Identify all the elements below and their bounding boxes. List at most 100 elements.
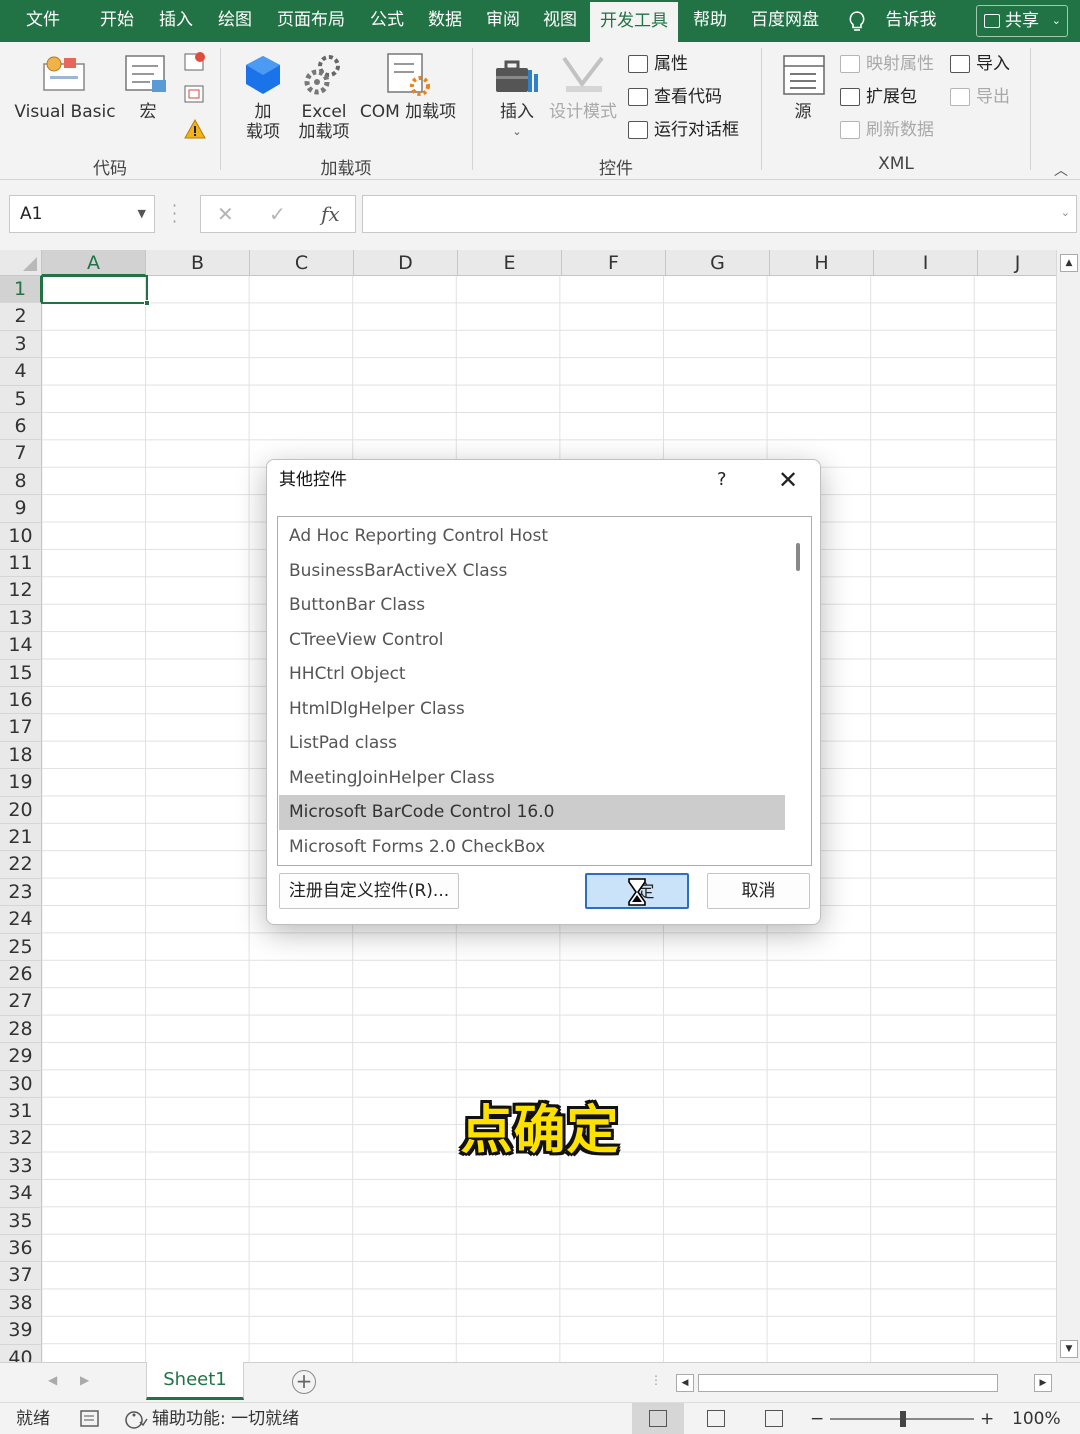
- row-header-21[interactable]: 21: [0, 824, 42, 852]
- row-header-16[interactable]: 16: [0, 687, 42, 715]
- design-mode-button[interactable]: 设计模式: [544, 102, 622, 122]
- insert-function-button[interactable]: fx: [321, 196, 340, 232]
- addins-button[interactable]: 加 载项: [238, 102, 288, 142]
- column-header-g[interactable]: G: [666, 250, 770, 276]
- row-header-3[interactable]: 3: [0, 330, 42, 359]
- expand-formula-bar-icon[interactable]: ⌄: [1061, 206, 1070, 219]
- row-header-23[interactable]: 23: [0, 878, 42, 907]
- list-scrollbar[interactable]: [787, 517, 811, 865]
- tab-developer[interactable]: 开发工具: [590, 0, 678, 42]
- cancel-button[interactable]: 取消: [707, 873, 810, 909]
- column-header-e[interactable]: E: [458, 250, 562, 276]
- formula-input[interactable]: ⌄: [362, 195, 1077, 233]
- row-header-35[interactable]: 35: [0, 1207, 42, 1235]
- row-header-11[interactable]: 11: [0, 550, 42, 578]
- row-header-5[interactable]: 5: [0, 385, 42, 413]
- register-custom-control-button[interactable]: 注册自定义控件(R)...: [279, 873, 459, 909]
- row-header-19[interactable]: 19: [0, 769, 42, 797]
- tab-file[interactable]: 文件: [8, 0, 78, 42]
- tab-baidu-netdisk[interactable]: 百度网盘: [744, 0, 826, 42]
- tab-view[interactable]: 视图: [535, 0, 585, 42]
- insert-control-button[interactable]: 插入 ⌄: [492, 102, 542, 142]
- column-header-h[interactable]: H: [770, 250, 874, 276]
- run-dialog-button[interactable]: 运行对话框: [628, 118, 739, 142]
- next-sheet-arrow-icon[interactable]: ▶: [80, 1373, 89, 1387]
- row-header-39[interactable]: 39: [0, 1317, 42, 1345]
- column-header-b[interactable]: B: [146, 250, 250, 276]
- row-header-29[interactable]: 29: [0, 1043, 42, 1071]
- row-header-17[interactable]: 17: [0, 714, 42, 742]
- list-item[interactable]: Ad Hoc Reporting Control Host: [279, 519, 785, 554]
- list-item[interactable]: HHCtrl Object: [279, 657, 785, 692]
- row-header-9[interactable]: 9: [0, 495, 42, 523]
- row-header-2[interactable]: 2: [0, 303, 42, 331]
- collapse-ribbon-icon[interactable]: ︿: [1054, 160, 1068, 180]
- row-header-10[interactable]: 10: [0, 522, 42, 550]
- row-header-38[interactable]: 38: [0, 1289, 42, 1318]
- name-box[interactable]: A1 ▼: [9, 195, 155, 233]
- accessibility-icon[interactable]: [124, 1410, 148, 1430]
- xml-import-button[interactable]: 导入: [950, 52, 1010, 76]
- dialog-titlebar[interactable]: 其他控件 ? ✕: [267, 460, 820, 504]
- row-header-13[interactable]: 13: [0, 604, 42, 633]
- horizontal-scrollbar[interactable]: ◀ ▶: [676, 1371, 1056, 1395]
- scroll-left-arrow-icon[interactable]: ◀: [676, 1374, 694, 1392]
- scroll-down-arrow-icon[interactable]: ▼: [1060, 1340, 1078, 1358]
- list-item[interactable]: Microsoft Forms 2.0 CheckBox: [279, 830, 785, 865]
- row-header-6[interactable]: 6: [0, 413, 42, 441]
- controls-listbox[interactable]: Ad Hoc Reporting Control Host BusinessBar…: [277, 516, 812, 866]
- prev-sheet-arrow-icon[interactable]: ◀: [48, 1373, 57, 1387]
- resize-handle-icon[interactable]: · · ·: [172, 198, 177, 230]
- zoom-slider-thumb[interactable]: [900, 1411, 906, 1427]
- share-button[interactable]: 共享 ⌄: [976, 5, 1068, 37]
- tab-draw[interactable]: 绘图: [210, 0, 260, 42]
- list-item[interactable]: CTreeView Control: [279, 623, 785, 658]
- column-header-d[interactable]: D: [354, 250, 458, 276]
- row-header-34[interactable]: 34: [0, 1180, 42, 1208]
- tab-page-layout[interactable]: 页面布局: [270, 0, 352, 42]
- row-header-22[interactable]: 22: [0, 851, 42, 879]
- column-header-c[interactable]: C: [250, 250, 354, 276]
- tab-home[interactable]: 开始: [92, 0, 142, 42]
- row-header-14[interactable]: 14: [0, 632, 42, 660]
- tab-data[interactable]: 数据: [420, 0, 470, 42]
- row-header-40[interactable]: 40: [0, 1344, 42, 1362]
- vertical-scrollbar[interactable]: ▲ ▼: [1056, 250, 1080, 1362]
- tell-me-search[interactable]: 告诉我: [876, 0, 946, 42]
- xml-source-button[interactable]: 源: [780, 102, 826, 122]
- cancel-entry-button[interactable]: ✕: [217, 196, 234, 232]
- row-header-4[interactable]: 4: [0, 358, 42, 386]
- active-cell-a1[interactable]: [41, 275, 150, 306]
- confirm-entry-button[interactable]: ✓: [269, 196, 286, 232]
- tab-formulas[interactable]: 公式: [362, 0, 412, 42]
- row-header-20[interactable]: 20: [0, 796, 42, 824]
- column-header-f[interactable]: F: [562, 250, 666, 276]
- tab-help[interactable]: 帮助: [686, 0, 734, 42]
- relative-reference-icon[interactable]: [183, 84, 207, 106]
- view-code-button[interactable]: 查看代码: [628, 85, 722, 109]
- lightbulb-icon[interactable]: [846, 10, 868, 32]
- list-item[interactable]: ListPad class: [279, 726, 785, 761]
- accessibility-status[interactable]: 辅助功能: 一切就绪: [152, 1403, 299, 1434]
- select-all-button[interactable]: [0, 250, 42, 276]
- row-header-24[interactable]: 24: [0, 906, 42, 934]
- record-macro-icon[interactable]: [183, 52, 207, 74]
- list-item[interactable]: Microsoft BarCode Control 16.0: [279, 795, 785, 830]
- ok-button[interactable]: 定: [585, 873, 689, 909]
- chevron-down-icon[interactable]: ▼: [138, 196, 146, 232]
- expansion-packs-button[interactable]: 扩展包: [840, 85, 917, 109]
- horizontal-scroll-thumb[interactable]: [698, 1374, 998, 1392]
- row-header-28[interactable]: 28: [0, 1015, 42, 1044]
- zoom-out-button[interactable]: −: [810, 1403, 824, 1434]
- add-sheet-plus-icon[interactable]: +: [292, 1370, 316, 1394]
- page-break-preview-button[interactable]: [748, 1403, 800, 1434]
- close-icon[interactable]: ✕: [773, 460, 803, 500]
- list-scroll-thumb[interactable]: [796, 543, 800, 571]
- list-item[interactable]: BusinessBarActiveX Class: [279, 554, 785, 589]
- tab-split-handle-icon[interactable]: ⋮: [650, 1373, 662, 1387]
- tab-review[interactable]: 审阅: [478, 0, 528, 42]
- help-button[interactable]: ?: [717, 460, 727, 500]
- normal-view-button[interactable]: [632, 1403, 684, 1434]
- list-item[interactable]: HtmlDlgHelper Class: [279, 692, 785, 727]
- column-header-a[interactable]: A: [42, 250, 146, 276]
